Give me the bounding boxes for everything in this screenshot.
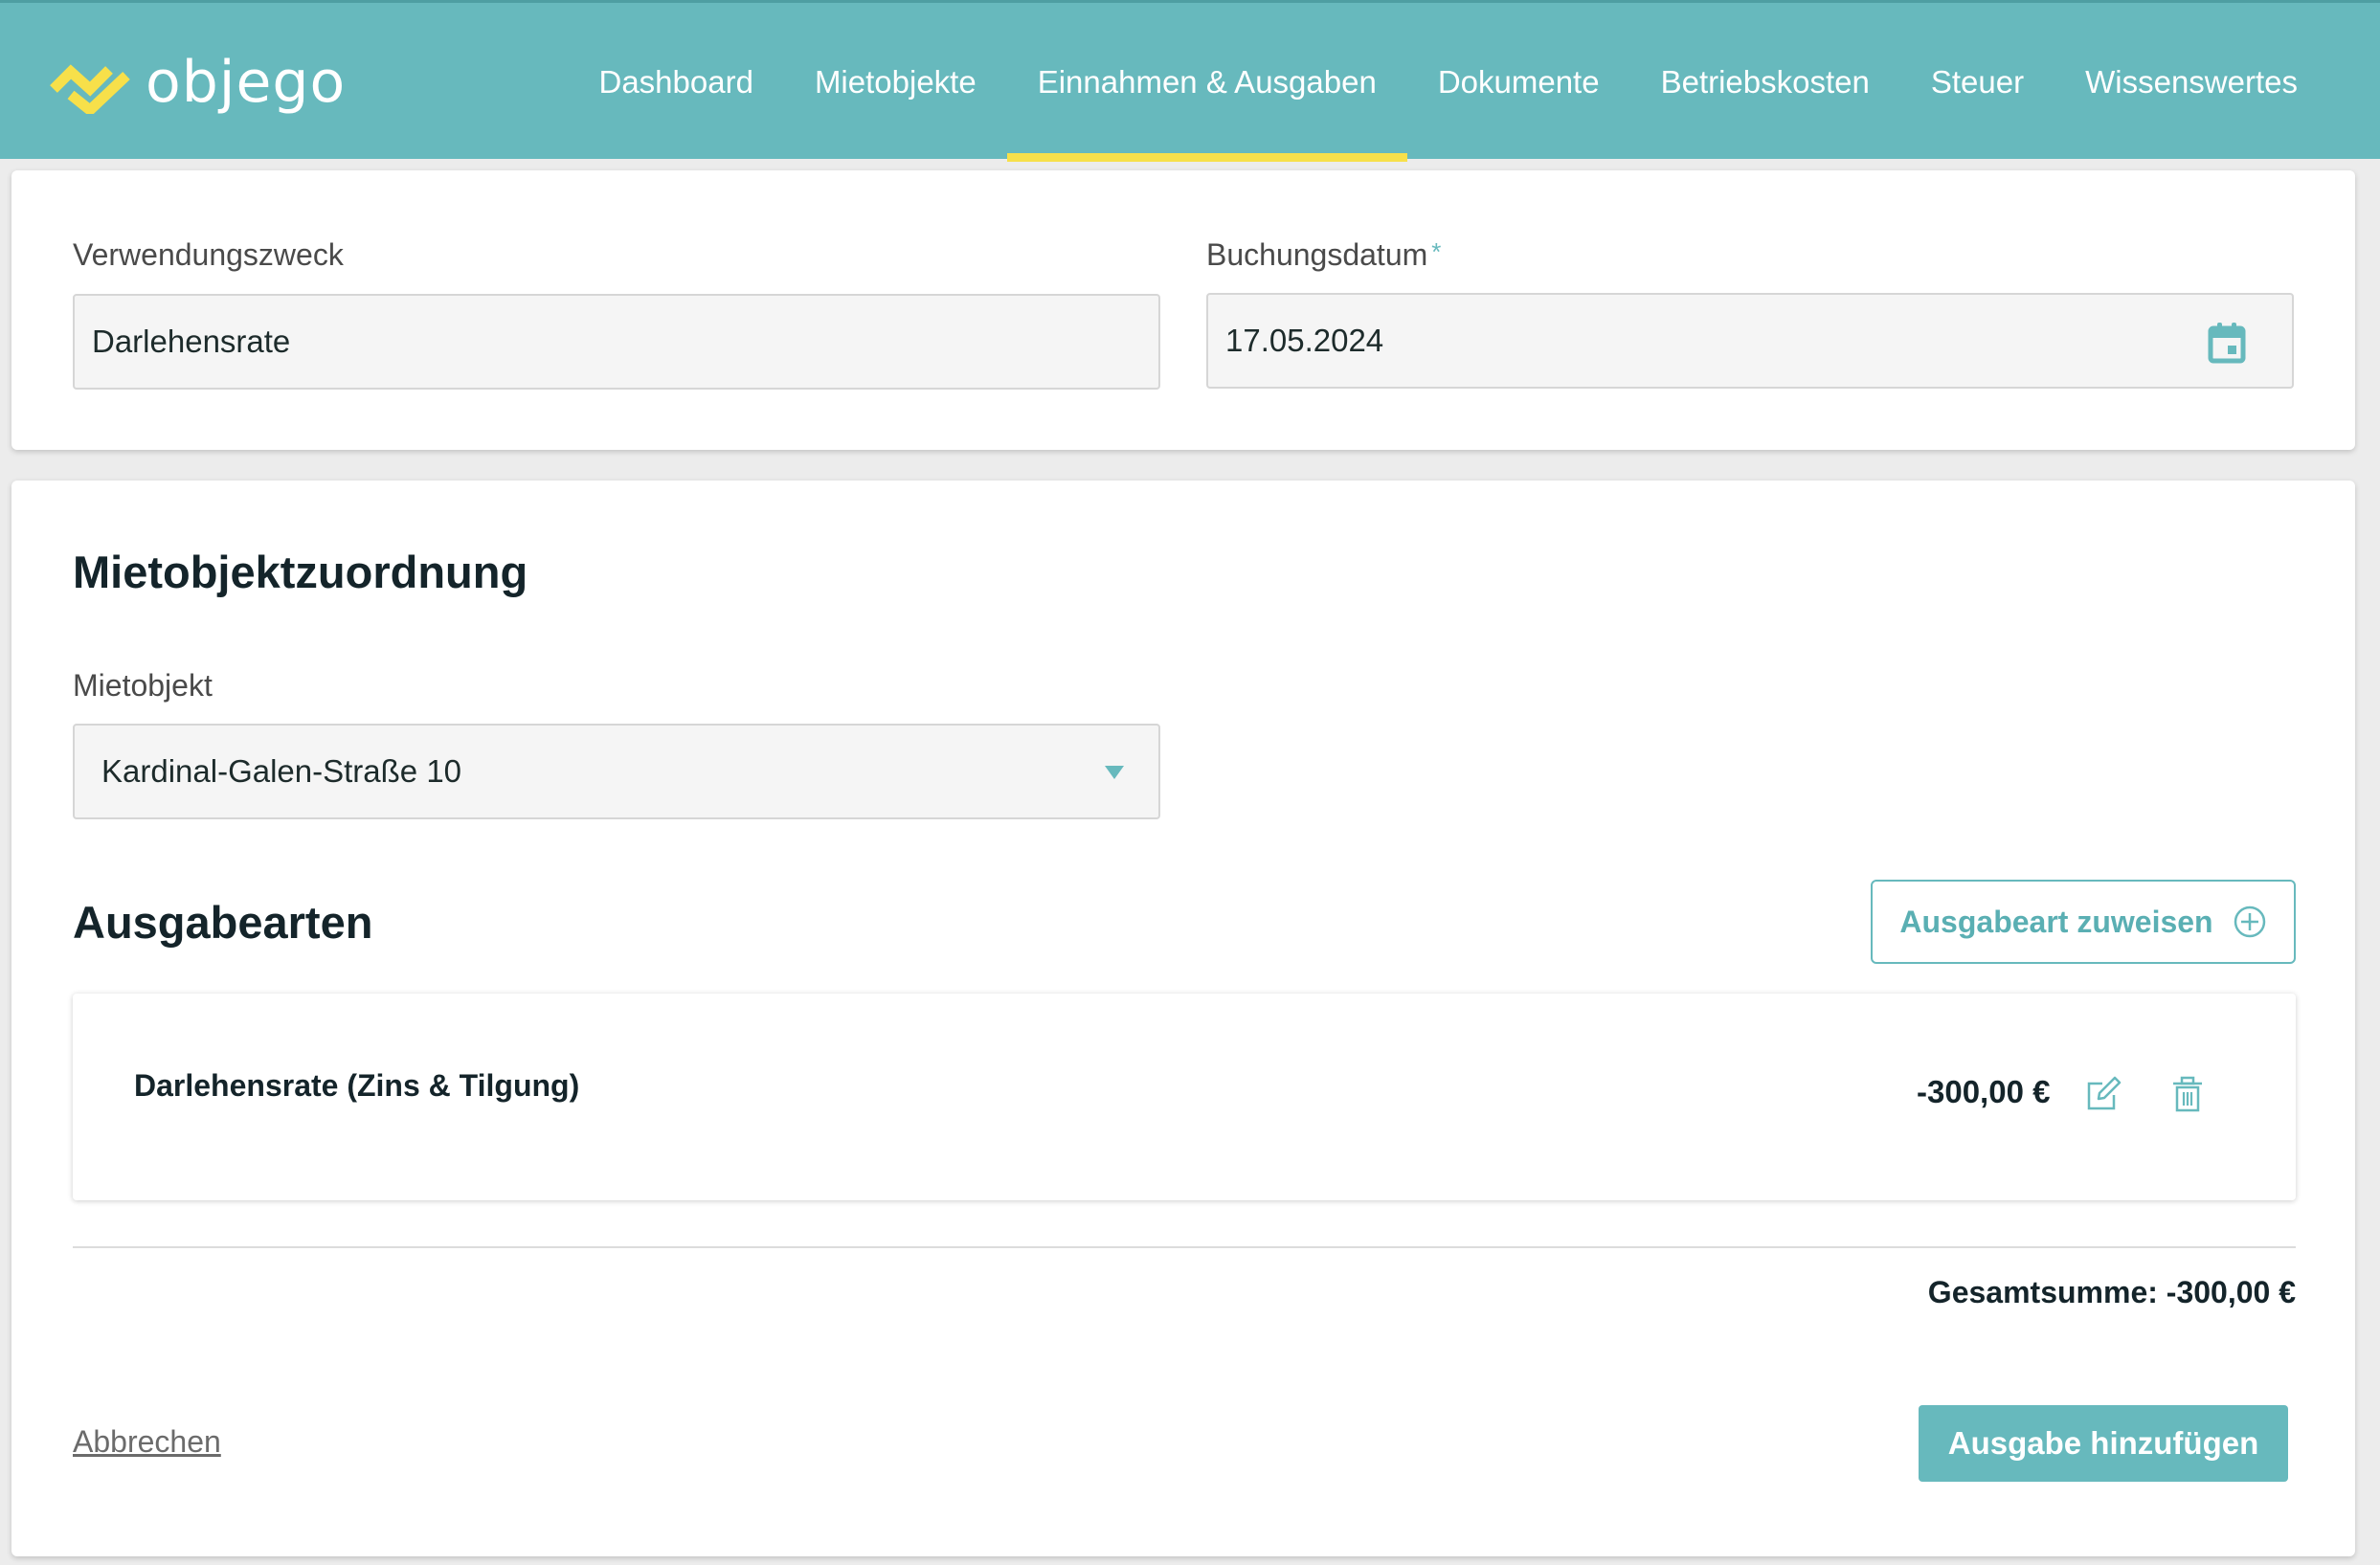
- booking-date-input[interactable]: 17.05.2024: [1206, 293, 2294, 389]
- property-select[interactable]: Kardinal-Galen-Straße 10: [73, 724, 1160, 819]
- expense-type-amount: -300,00 €: [1917, 1074, 2051, 1109]
- nav-item-betriebskosten[interactable]: Betriebskosten: [1630, 3, 1900, 162]
- nav-item-einnahmen-ausgaben[interactable]: Einnahmen & Ausgaben: [1006, 3, 1407, 162]
- calendar-icon[interactable]: [2208, 322, 2246, 364]
- property-value: Kardinal-Galen-Straße 10: [101, 753, 462, 789]
- booking-date-label-text: Buchungsdatum: [1206, 237, 1428, 272]
- trash-icon[interactable]: [2171, 1076, 2204, 1112]
- edit-icon[interactable]: [2085, 1076, 2122, 1112]
- purpose-value: Darlehensrate: [92, 324, 291, 359]
- total-amount: Gesamtsumme: -300,00 €: [1927, 1275, 2296, 1309]
- property-label: Mietobjekt: [73, 668, 213, 703]
- brand-logo[interactable]: objego: [50, 49, 347, 116]
- main-nav: Dashboard Mietobjekte Einnahmen & Ausgab…: [568, 3, 2328, 162]
- assignment-title: Mietobjektzuordnung: [73, 547, 528, 597]
- expense-type-row: Darlehensrate (Zins & Tilgung) -300,00 €: [73, 994, 2296, 1200]
- add-expense-button[interactable]: Ausgabe hinzufügen: [1919, 1405, 2288, 1482]
- booking-details-card: Verwendungszweck Darlehensrate Buchungsd…: [11, 170, 2355, 450]
- cancel-link[interactable]: Abbrechen: [73, 1424, 221, 1460]
- booking-date-label: Buchungsdatum *: [1206, 237, 1441, 273]
- nav-item-wissenswertes[interactable]: Wissenswertes: [2054, 3, 2328, 162]
- brand-name: objego: [146, 49, 347, 116]
- assign-expense-type-label: Ausgabeart zuweisen: [1899, 904, 2213, 939]
- expense-types-title: Ausgabearten: [73, 897, 373, 948]
- purpose-input[interactable]: Darlehensrate: [73, 294, 1160, 390]
- booking-date-value: 17.05.2024: [1225, 323, 1384, 358]
- required-marker: *: [1431, 237, 1442, 266]
- nav-item-steuer[interactable]: Steuer: [1900, 3, 2054, 162]
- objego-logo-icon: [50, 64, 130, 114]
- nav-item-mietobjekte[interactable]: Mietobjekte: [784, 3, 1007, 162]
- divider: [73, 1246, 2296, 1248]
- purpose-label: Verwendungszweck: [73, 237, 344, 272]
- top-navigation-bar: objego Dashboard Mietobjekte Einnahmen &…: [0, 0, 2380, 162]
- plus-circle-icon: [2234, 905, 2265, 938]
- nav-item-dashboard[interactable]: Dashboard: [568, 3, 783, 162]
- expense-type-label: Darlehensrate (Zins & Tilgung): [134, 1068, 580, 1103]
- assign-expense-type-button[interactable]: Ausgabeart zuweisen: [1871, 880, 2296, 964]
- chevron-down-icon: [1105, 766, 1124, 779]
- assignment-card: Mietobjektzuordnung Mietobjekt Kardinal-…: [11, 481, 2355, 1556]
- nav-item-dokumente[interactable]: Dokumente: [1407, 3, 1630, 162]
